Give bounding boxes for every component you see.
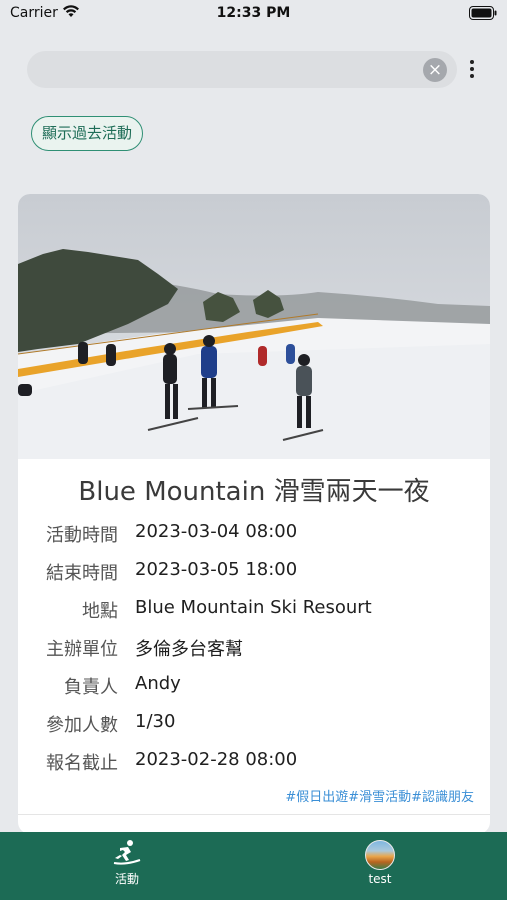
detail-label: 報名截止 bbox=[46, 753, 118, 774]
detail-value: Andy bbox=[135, 673, 181, 694]
close-icon: × bbox=[427, 60, 443, 80]
event-title: Blue Mountain 滑雪兩天一夜 bbox=[78, 477, 430, 507]
detail-value: 1/30 bbox=[135, 711, 176, 732]
detail-label: 結束時間 bbox=[46, 563, 118, 584]
detail-label: 負責人 bbox=[64, 677, 118, 698]
status-bar: Carrier 12:33 PM bbox=[0, 0, 507, 28]
divider bbox=[18, 814, 490, 815]
detail-row-organizer: 主辦單位 多倫多台客幫 bbox=[18, 635, 490, 665]
tab-label: test bbox=[368, 872, 392, 886]
detail-row-person-in-charge: 負責人 Andy bbox=[18, 673, 490, 703]
event-card[interactable]: Blue Mountain 滑雪兩天一夜 活動時間 2023-03-04 08:… bbox=[18, 194, 490, 834]
tab-label: 活動 bbox=[114, 872, 139, 886]
detail-label: 活動時間 bbox=[46, 525, 118, 546]
clock: 12:33 PM bbox=[216, 5, 291, 21]
detail-value: 2023-03-05 18:00 bbox=[135, 559, 298, 580]
detail-row-location: 地點 Blue Mountain Ski Resourt bbox=[18, 597, 490, 627]
avatar bbox=[365, 840, 395, 870]
battery-icon bbox=[469, 6, 497, 20]
detail-row-participants: 參加人數 1/30 bbox=[18, 711, 490, 741]
detail-row-start-time: 活動時間 2023-03-04 08:00 bbox=[18, 521, 490, 551]
event-tags[interactable]: #假日出遊#滑雪活動#認識朋友 bbox=[285, 786, 474, 805]
skiing-icon bbox=[113, 840, 141, 865]
clear-search-button[interactable]: × bbox=[423, 58, 447, 82]
tab-test[interactable]: test bbox=[320, 838, 440, 896]
detail-row-end-time: 結束時間 2023-03-05 18:00 bbox=[18, 559, 490, 589]
detail-value: 2023-03-04 08:00 bbox=[135, 521, 298, 542]
detail-label: 主辦單位 bbox=[46, 639, 118, 660]
show-past-events-button[interactable]: 顯示過去活動 bbox=[31, 116, 144, 151]
detail-label: 地點 bbox=[82, 601, 118, 622]
more-options-button[interactable] bbox=[466, 58, 478, 82]
search-input[interactable]: × bbox=[27, 51, 457, 88]
event-photo bbox=[18, 194, 490, 459]
tab-bar: 活動 test bbox=[0, 832, 507, 900]
detail-value: Blue Mountain Ski Resourt bbox=[135, 597, 372, 618]
tab-activities[interactable]: 活動 bbox=[67, 838, 187, 896]
detail-label: 參加人數 bbox=[46, 715, 118, 736]
detail-value: 多倫多台客幫 bbox=[135, 639, 243, 660]
detail-value: 2023-02-28 08:00 bbox=[135, 749, 298, 770]
detail-row-registration-deadline: 報名截止 2023-02-28 08:00 bbox=[18, 749, 490, 779]
